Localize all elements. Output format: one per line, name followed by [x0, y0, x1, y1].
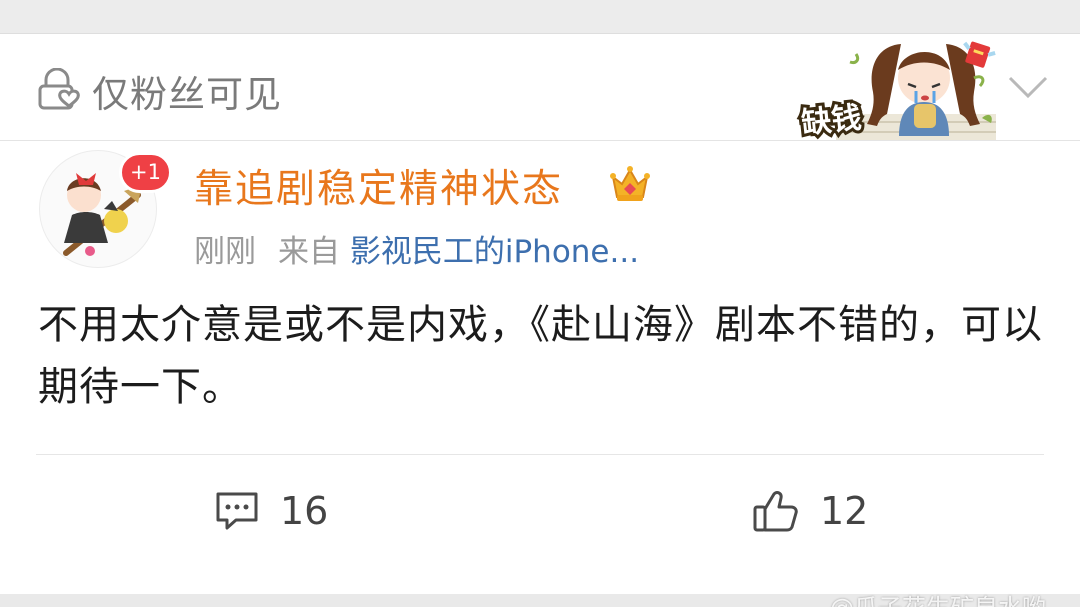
thumbs-up-icon: [753, 491, 798, 532]
like-button[interactable]: 12: [752, 486, 868, 536]
crown-icon[interactable]: [608, 161, 652, 205]
divider: [36, 454, 1044, 455]
device-source-link[interactable]: 影视民工的iPhone...: [350, 234, 639, 270]
like-count: 12: [820, 489, 869, 533]
from-label: 来自: [278, 234, 340, 270]
watermark: @瓜子花生矿泉水哟: [830, 588, 1046, 607]
username[interactable]: 靠追剧稳定精神状态: [194, 158, 563, 214]
top-strip: [0, 0, 1080, 34]
visibility-bar: 仅粉丝可见 缺钱: [0, 34, 1080, 141]
sticker-text: 缺钱: [800, 100, 863, 140]
chevron-down-icon[interactable]: [1006, 72, 1050, 102]
notification-badge: +1: [119, 152, 172, 193]
screen: 仅粉丝可见 缺钱 +1 靠追剧稳定精神状态 刚刚 来自 影视民工的iPhone.…: [0, 0, 1080, 607]
post-meta: 刚刚 来自 影视民工的iPhone...: [194, 226, 639, 271]
comment-button[interactable]: 16: [214, 486, 328, 536]
post-time: 刚刚: [194, 234, 256, 270]
lock-heart-icon: [38, 68, 80, 110]
comment-count: 16: [280, 489, 329, 533]
comment-icon: [216, 492, 258, 530]
post-text: 不用太介意是或不是内戏，《赴山海》剧本不错的，可以期待一下。: [38, 302, 1043, 410]
visibility-label: 仅粉丝可见: [92, 73, 282, 116]
sticker-decoration: 缺钱: [797, 41, 996, 140]
